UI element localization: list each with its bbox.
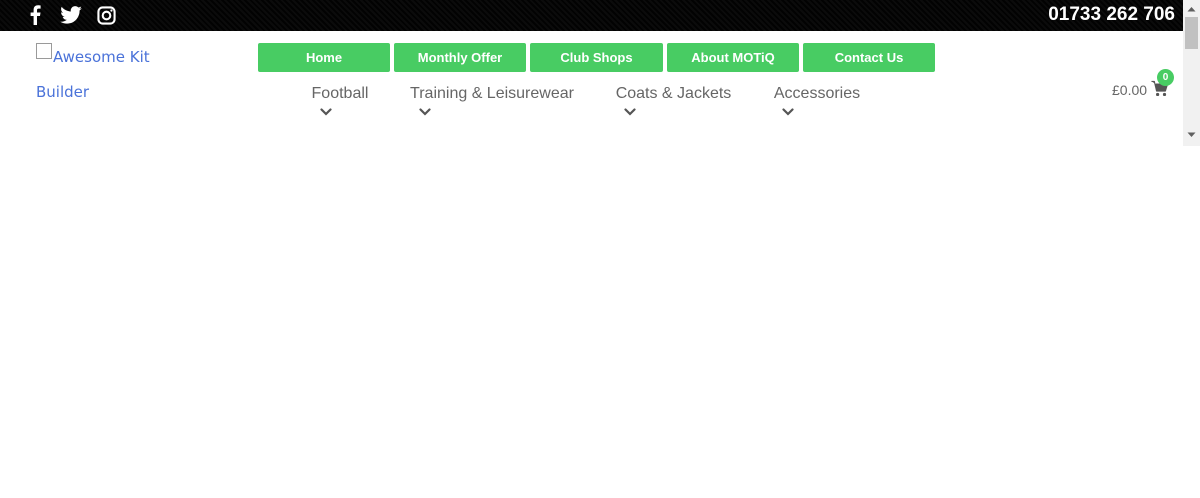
- chevron-down-icon[interactable]: [320, 108, 332, 116]
- scroll-down-arrow-icon[interactable]: [1187, 132, 1196, 138]
- scroll-up-arrow-icon[interactable]: [1187, 6, 1196, 12]
- menu-item-training-leisurewear[interactable]: Training & Leisurewear: [409, 84, 575, 104]
- club-shops-button[interactable]: Club Shops: [530, 43, 663, 72]
- chevron-down-icon[interactable]: [419, 108, 431, 116]
- twitter-icon[interactable]: [60, 5, 82, 25]
- logo-text-line2[interactable]: Builder: [36, 83, 89, 101]
- instagram-icon[interactable]: [97, 5, 116, 25]
- top-bar: 01733 262 706: [0, 0, 1200, 31]
- broken-image-icon: [36, 43, 52, 59]
- chevron-down-icon[interactable]: [782, 108, 794, 116]
- menu-item-football[interactable]: Football: [310, 84, 370, 104]
- menu-item-coats-jackets[interactable]: Coats & Jackets: [614, 84, 733, 104]
- cart-total[interactable]: £0.00: [1112, 80, 1147, 100]
- phone-number[interactable]: 01733 262 706: [1048, 5, 1175, 25]
- facebook-icon[interactable]: [29, 5, 41, 25]
- home-button[interactable]: Home: [258, 43, 390, 72]
- chevron-down-icon[interactable]: [624, 108, 636, 116]
- contact-us-button[interactable]: Contact Us: [803, 43, 935, 72]
- scrollbar-thumb[interactable]: [1185, 17, 1198, 49]
- monthly-offer-button[interactable]: Monthly Offer: [394, 43, 526, 72]
- menu-item-accessories[interactable]: Accessories: [772, 84, 862, 104]
- about-motiq-button[interactable]: About MOTiQ: [667, 43, 799, 72]
- logo-text-line1[interactable]: Awesome Kit: [53, 48, 150, 66]
- cart-count-badge: 0: [1157, 69, 1174, 86]
